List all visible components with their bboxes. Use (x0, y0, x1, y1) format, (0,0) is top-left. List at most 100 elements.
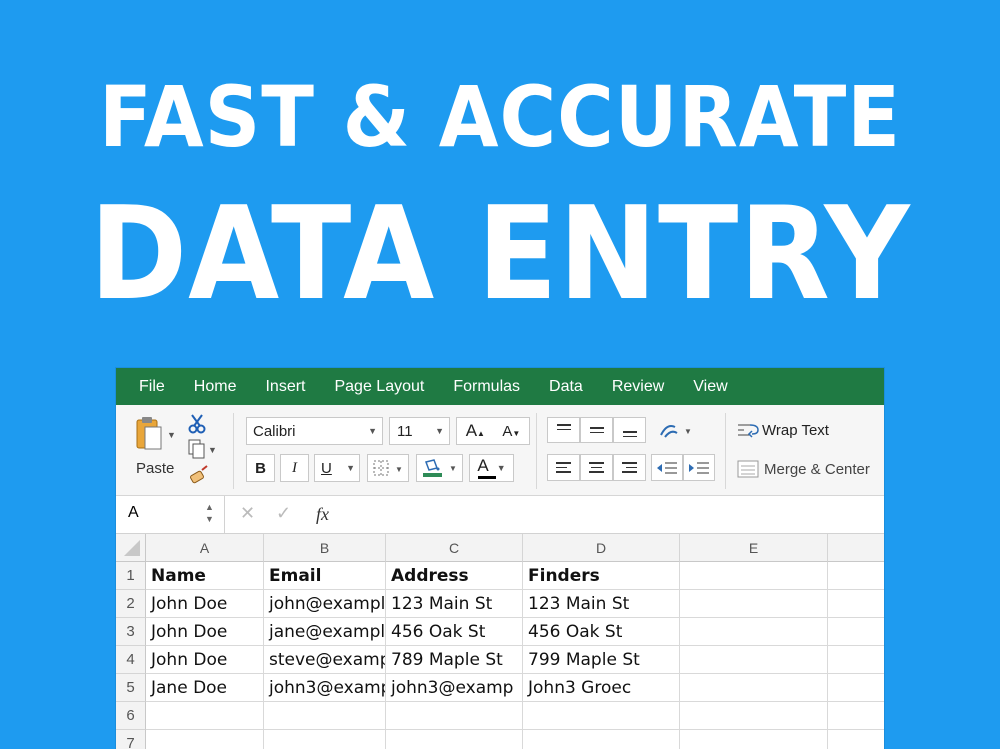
cell-d3[interactable]: 456 Oak St (523, 618, 680, 646)
cancel-icon[interactable]: ✕ (240, 503, 255, 524)
font-size-select[interactable]: 11 ▼ (389, 417, 450, 445)
cell-e3[interactable] (680, 618, 828, 646)
column-header-a[interactable]: A (146, 534, 264, 562)
cell-c6[interactable] (386, 702, 523, 730)
grow-font-button[interactable]: A▲ (466, 421, 485, 441)
cell-b1[interactable]: Email (264, 562, 386, 590)
cell-c3[interactable]: 456 Oak St (386, 618, 523, 646)
cell-d4[interactable]: 799 Maple St (523, 646, 680, 674)
menu-file[interactable]: File (139, 378, 165, 396)
cell-d1[interactable]: Finders (523, 562, 680, 590)
middle-align-button[interactable] (580, 417, 613, 443)
font-color-button[interactable]: A ▼ (469, 454, 514, 482)
column-header-c[interactable]: C (386, 534, 523, 562)
wrap-text-button[interactable]: Wrap Text (736, 421, 829, 439)
cell-e5[interactable] (680, 674, 828, 702)
cell-a5[interactable]: Jane Doe (146, 674, 264, 702)
cell-d2[interactable]: 123 Main St (523, 590, 680, 618)
cell-e6[interactable] (680, 702, 828, 730)
cell-c1[interactable]: Address (386, 562, 523, 590)
row-header-4[interactable]: 4 (116, 646, 146, 674)
cell-a1[interactable]: Name (146, 562, 264, 590)
cell-overflow (828, 702, 884, 730)
font-name-select[interactable]: Calibri ▼ (246, 417, 383, 445)
cell-e1[interactable] (680, 562, 828, 590)
cell-a3[interactable]: John Doe (146, 618, 264, 646)
cut-scissors-icon[interactable] (188, 413, 206, 435)
row-header-5[interactable]: 5 (116, 674, 146, 702)
align-center-icon (589, 462, 604, 473)
cell-d7[interactable] (523, 730, 680, 749)
cell-c7[interactable] (386, 730, 523, 749)
shrink-font-button[interactable]: A▼ (502, 423, 520, 440)
merge-center-icon (737, 460, 759, 478)
cell-c4[interactable]: 789 Maple St (386, 646, 523, 674)
cell-d6[interactable] (523, 702, 680, 730)
menu-data[interactable]: Data (549, 378, 583, 396)
align-left-button[interactable] (547, 454, 580, 481)
cell-a7[interactable] (146, 730, 264, 749)
align-center-button[interactable] (580, 454, 613, 481)
cell-a4[interactable]: John Doe (146, 646, 264, 674)
cell-a2[interactable]: John Doe (146, 590, 264, 618)
orientation-icon[interactable]: ▼ (657, 419, 695, 441)
borders-button[interactable]: ▼ (367, 454, 409, 482)
chevron-down-icon: ▼ (496, 463, 506, 473)
cell-b3[interactable]: jane@exampl. (264, 618, 386, 646)
paste-button[interactable] (134, 415, 164, 457)
cell-e2[interactable] (680, 590, 828, 618)
formula-input[interactable] (356, 504, 876, 524)
confirm-check-icon[interactable]: ✓ (276, 503, 291, 524)
menu-review[interactable]: Review (612, 378, 664, 396)
name-box-stepper-icon[interactable]: ▲ ▼ (205, 501, 214, 525)
cell-b2[interactable]: john@exampl. (264, 590, 386, 618)
column-header-b[interactable]: B (264, 534, 386, 562)
column-header-e[interactable]: E (680, 534, 828, 562)
select-all-corner[interactable] (116, 534, 146, 562)
cell-overflow (828, 646, 884, 674)
cell-a6[interactable] (146, 702, 264, 730)
function-fx-icon[interactable]: fx (316, 504, 329, 525)
fill-color-button[interactable]: ▼ (416, 454, 463, 482)
italic-button[interactable]: I (280, 454, 309, 482)
menu-home[interactable]: Home (194, 378, 237, 396)
cell-b4[interactable]: steve@examp (264, 646, 386, 674)
merge-center-button[interactable]: Merge & Center (736, 459, 870, 479)
row-header-6[interactable]: 6 (116, 702, 146, 730)
decrease-indent-button[interactable] (651, 454, 683, 481)
align-right-button[interactable] (613, 454, 646, 481)
chevron-down-icon: ▼ (435, 426, 444, 436)
clipboard-icon (136, 417, 162, 450)
chevron-down-icon: ▼ (346, 463, 355, 473)
menu-bar: File Home Insert Page Layout Formulas Da… (116, 368, 884, 405)
cell-d5[interactable]: John3 Groec (523, 674, 680, 702)
font-size-value: 11 (397, 422, 413, 440)
align-right-icon (622, 462, 637, 473)
cell-e4[interactable] (680, 646, 828, 674)
underline-glyph: U (321, 459, 332, 477)
menu-page-layout[interactable]: Page Layout (334, 378, 424, 396)
cell-b6[interactable] (264, 702, 386, 730)
top-align-button[interactable] (547, 417, 580, 443)
menu-insert[interactable]: Insert (265, 378, 305, 396)
cell-c5[interactable]: john3@examp (386, 674, 523, 702)
name-box[interactable]: A (128, 504, 139, 522)
row-header-1[interactable]: 1 (116, 562, 146, 590)
cell-b7[interactable] (264, 730, 386, 749)
cell-b5[interactable]: john3@examp (264, 674, 386, 702)
bottom-align-button[interactable] (613, 417, 646, 443)
underline-button[interactable]: U ▼ (314, 454, 360, 482)
row-header-2[interactable]: 2 (116, 590, 146, 618)
bold-button[interactable]: B (246, 454, 275, 482)
paste-dropdown-icon[interactable]: ▼ (167, 430, 176, 440)
increase-indent-button[interactable] (683, 454, 715, 481)
row-header-3[interactable]: 3 (116, 618, 146, 646)
cell-c2[interactable]: 123 Main St (386, 590, 523, 618)
menu-view[interactable]: View (693, 378, 727, 396)
cell-e7[interactable] (680, 730, 828, 749)
row-header-7[interactable]: 7 (116, 730, 146, 749)
format-painter-icon[interactable] (188, 465, 210, 485)
copy-icon[interactable]: ▼ (188, 439, 218, 459)
column-header-d[interactable]: D (523, 534, 680, 562)
menu-formulas[interactable]: Formulas (453, 378, 520, 396)
